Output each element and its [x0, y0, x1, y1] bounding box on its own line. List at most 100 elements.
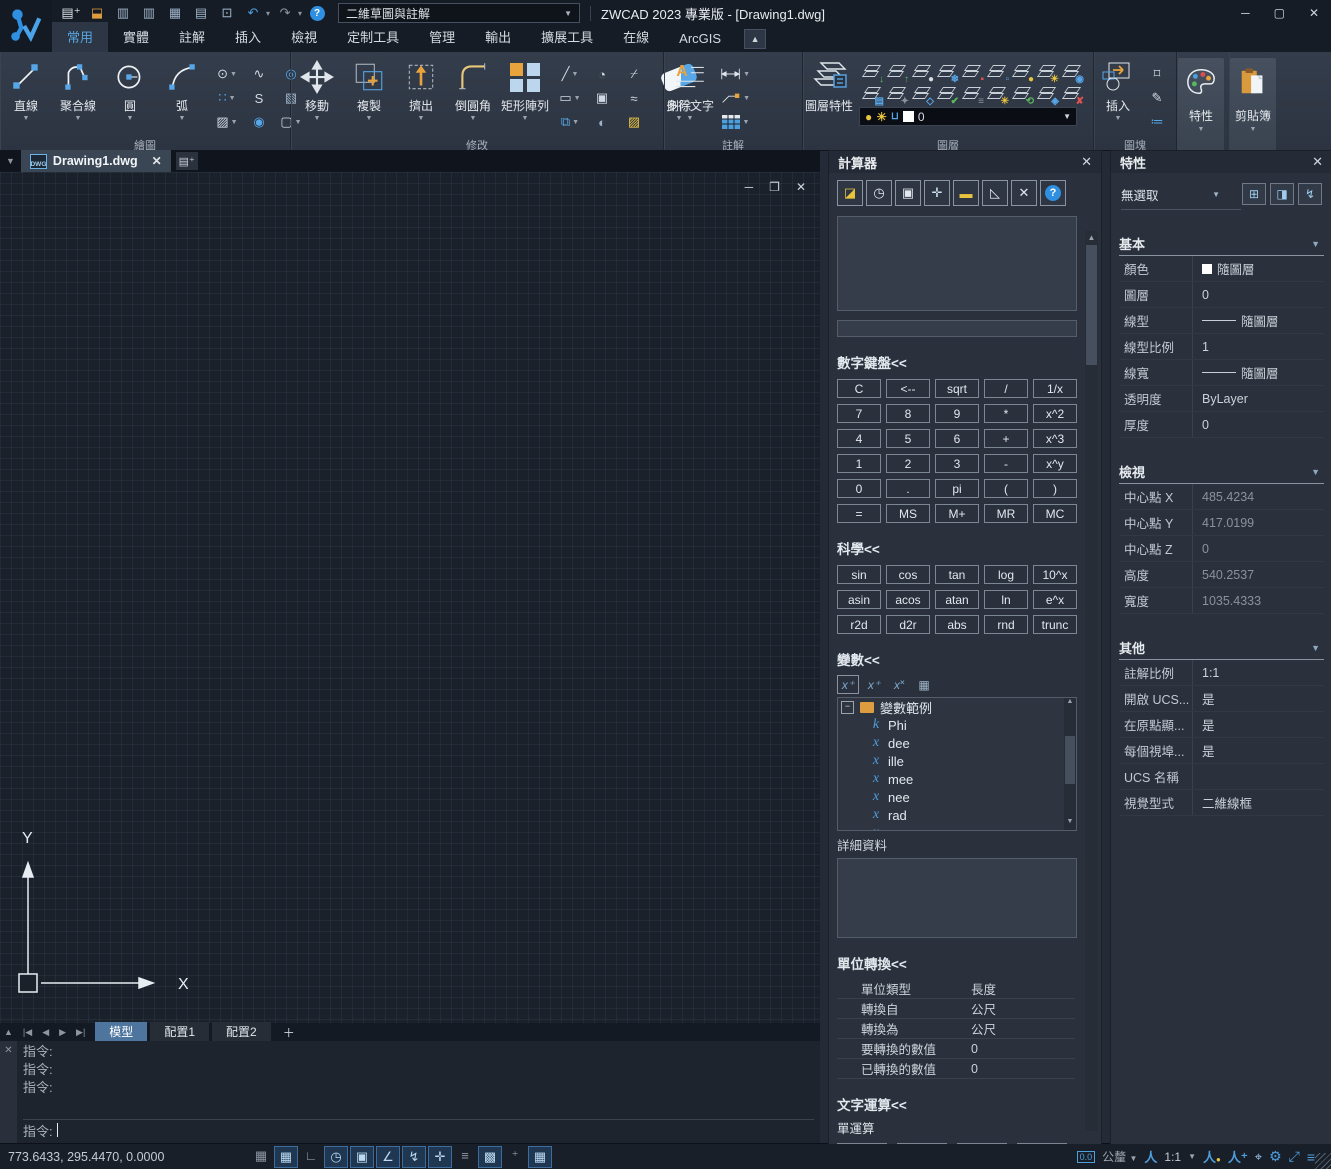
layer-unlock-icon[interactable]: ▫	[986, 62, 1009, 82]
close-button[interactable]: ✕	[1309, 6, 1319, 20]
save-icon[interactable]: ▥	[112, 3, 134, 23]
doc-list-caret-icon[interactable]: ▼	[6, 156, 15, 166]
print-icon[interactable]: ▤	[190, 3, 212, 23]
variable-item[interactable]: xille	[838, 752, 1076, 770]
create-block-icon[interactable]: ⌑	[1142, 62, 1172, 86]
calc-fn-acos[interactable]: acos	[886, 590, 930, 609]
transparency-icon[interactable]: ▩	[478, 1146, 502, 1168]
variables-section-title[interactable]: 變數<<	[837, 649, 1101, 669]
calc-key-MC[interactable]: MC	[1033, 504, 1077, 523]
paste-to-cmdline-icon[interactable]: ▣	[895, 180, 921, 206]
property-value[interactable]: 二維線框	[1193, 793, 1252, 812]
textop-A*B[interactable]: A*B	[957, 1143, 1007, 1144]
property-value[interactable]: 隨圖層	[1193, 363, 1279, 382]
document-tab[interactable]: DWG Drawing1.dwg ✕	[21, 150, 171, 172]
maximize-button[interactable]: ▢	[1274, 6, 1285, 20]
variable-item[interactable]: xvee	[838, 824, 1076, 831]
calc-fn-r2d[interactable]: r2d	[837, 615, 881, 634]
layer-current-icon[interactable]: ✔	[936, 84, 959, 104]
calc-key-M+[interactable]: M+	[935, 504, 979, 523]
calculator-history-display[interactable]	[837, 216, 1077, 311]
calc-key-2[interactable]: 2	[886, 454, 930, 473]
fullscreen-icon[interactable]: ⤢	[1289, 1148, 1300, 1165]
textop-A+B[interactable]: A+B	[837, 1143, 887, 1144]
layer-thaw-icon[interactable]: ☀	[1036, 62, 1059, 82]
calc-key-=[interactable]: =	[837, 504, 881, 523]
tab-常用[interactable]: 常用	[52, 22, 108, 52]
property-value[interactable]: 540.2537	[1193, 568, 1254, 582]
textop-A-B[interactable]: A-B	[897, 1143, 947, 1144]
match-properties-icon[interactable]: ▨	[619, 110, 649, 134]
unit-conversion-row[interactable]: 已轉換的數值0	[837, 1059, 1075, 1079]
selection-dropdown[interactable]: 無選取 ▼	[1121, 184, 1220, 204]
unit-row-value[interactable]: 公尺	[971, 999, 996, 1018]
property-value[interactable]: 1035.4333	[1193, 594, 1261, 608]
dimension-icon[interactable]: ▼	[720, 62, 750, 86]
layer-walk-icon[interactable]: ✦	[886, 84, 909, 104]
auto-annotation-icon[interactable]: 人⁺	[1228, 1147, 1248, 1166]
variable-item[interactable]: xrad	[838, 806, 1076, 824]
redo-icon[interactable]: ↷	[274, 3, 296, 23]
property-value[interactable]: 1	[1193, 340, 1209, 354]
close-icon[interactable]: ✕	[1081, 154, 1092, 170]
properties-header[interactable]: 特性 ✕	[1111, 151, 1331, 173]
擠出-button[interactable]: 擠出▼	[396, 58, 446, 122]
chevron-down-icon[interactable]: ▼	[1311, 239, 1320, 249]
object-snap-tracking-icon[interactable]: ↯	[402, 1146, 426, 1168]
close-cmd-icon[interactable]: ✕	[4, 1045, 12, 1056]
viewport-table-icon[interactable]: ▦	[528, 1146, 552, 1168]
矩形陣列-button[interactable]: 矩形陣列▼	[500, 58, 550, 122]
tab-註解[interactable]: 註解	[164, 22, 220, 52]
doc-close-button[interactable]: ✕	[796, 180, 806, 194]
section-header[interactable]: 檢視▼	[1119, 462, 1324, 484]
next-layout-icon[interactable]: ▶	[55, 1027, 70, 1038]
layer-off-icon[interactable]: ●	[911, 62, 934, 82]
calc-key-x^3[interactable]: x^3	[1033, 429, 1077, 448]
calc-fn-trunc[interactable]: trunc	[1033, 615, 1077, 634]
prev-layout-icon[interactable]: ◀	[38, 1027, 53, 1038]
tab-ArcGIS[interactable]: ArcGIS	[664, 26, 736, 52]
unit-row-value[interactable]: 長度	[971, 979, 996, 998]
calculator-input[interactable]	[837, 320, 1077, 337]
attributes-icon[interactable]: ≔	[1142, 110, 1172, 134]
unit-conversion-row[interactable]: 轉換為公尺	[837, 1019, 1075, 1039]
snap-mode-icon[interactable]: ▦	[274, 1146, 298, 1168]
calc-key-9[interactable]: 9	[935, 404, 979, 423]
calc-key--[interactable]: -	[984, 454, 1028, 473]
直線-button[interactable]: 直線▼	[1, 58, 51, 122]
clipboard-button[interactable]: 剪貼簿 ▼	[1230, 58, 1276, 156]
chevron-down-icon[interactable]: ▾	[266, 9, 270, 18]
unit-conversion-row[interactable]: 要轉換的數值0	[837, 1039, 1075, 1059]
property-value[interactable]: 隨圖層	[1193, 311, 1279, 330]
calc-key-0[interactable]: 0	[837, 479, 881, 498]
layer-state-up-icon[interactable]: ↑	[886, 62, 909, 82]
calc-key-MR[interactable]: MR	[984, 504, 1028, 523]
leader-icon[interactable]: ▼	[720, 86, 750, 110]
property-value[interactable]: 是	[1193, 689, 1215, 708]
property-value[interactable]: ByLayer	[1193, 392, 1248, 406]
minimize-button[interactable]: ─	[1241, 6, 1250, 20]
calc-key-4[interactable]: 4	[837, 429, 881, 448]
edit-variable-icon[interactable]: x⁺	[864, 676, 884, 693]
quick-select-icon[interactable]: ⊞	[1242, 183, 1266, 205]
units-section-title[interactable]: 單位轉換<<	[837, 953, 1101, 973]
calc-key-7[interactable]: 7	[837, 404, 881, 423]
insert-block-button[interactable]: 插入 ▼	[1095, 58, 1141, 122]
collapse-cmd-icon[interactable]: ▲	[0, 1027, 17, 1037]
calc-key-8[interactable]: 8	[886, 404, 930, 423]
scroll-up-icon[interactable]: ▲	[1085, 231, 1098, 244]
calc-key-5[interactable]: 5	[886, 429, 930, 448]
annotation-scale-value[interactable]: 1:1	[1164, 1150, 1181, 1164]
layer-settings-icon[interactable]: ▤	[861, 84, 884, 104]
多行文字-button[interactable]: A多行文字▼	[665, 58, 715, 122]
settings-gear-icon[interactable]: ⚙	[1269, 1148, 1282, 1165]
layer-state-down-icon[interactable]: ↓	[861, 62, 884, 82]
layer-properties-button[interactable]: 圖層特性	[804, 58, 854, 114]
property-value[interactable]: 1:1	[1193, 666, 1219, 680]
delete-variable-icon[interactable]: x˟	[889, 676, 909, 693]
close-icon[interactable]: ✕	[1312, 154, 1323, 170]
layer-isolate-icon[interactable]: ◉	[1061, 62, 1084, 82]
calc-fn-e^x[interactable]: e^x	[1033, 590, 1077, 609]
calc-key-/[interactable]: /	[984, 379, 1028, 398]
layer-copy-icon[interactable]: ◈	[1036, 84, 1059, 104]
